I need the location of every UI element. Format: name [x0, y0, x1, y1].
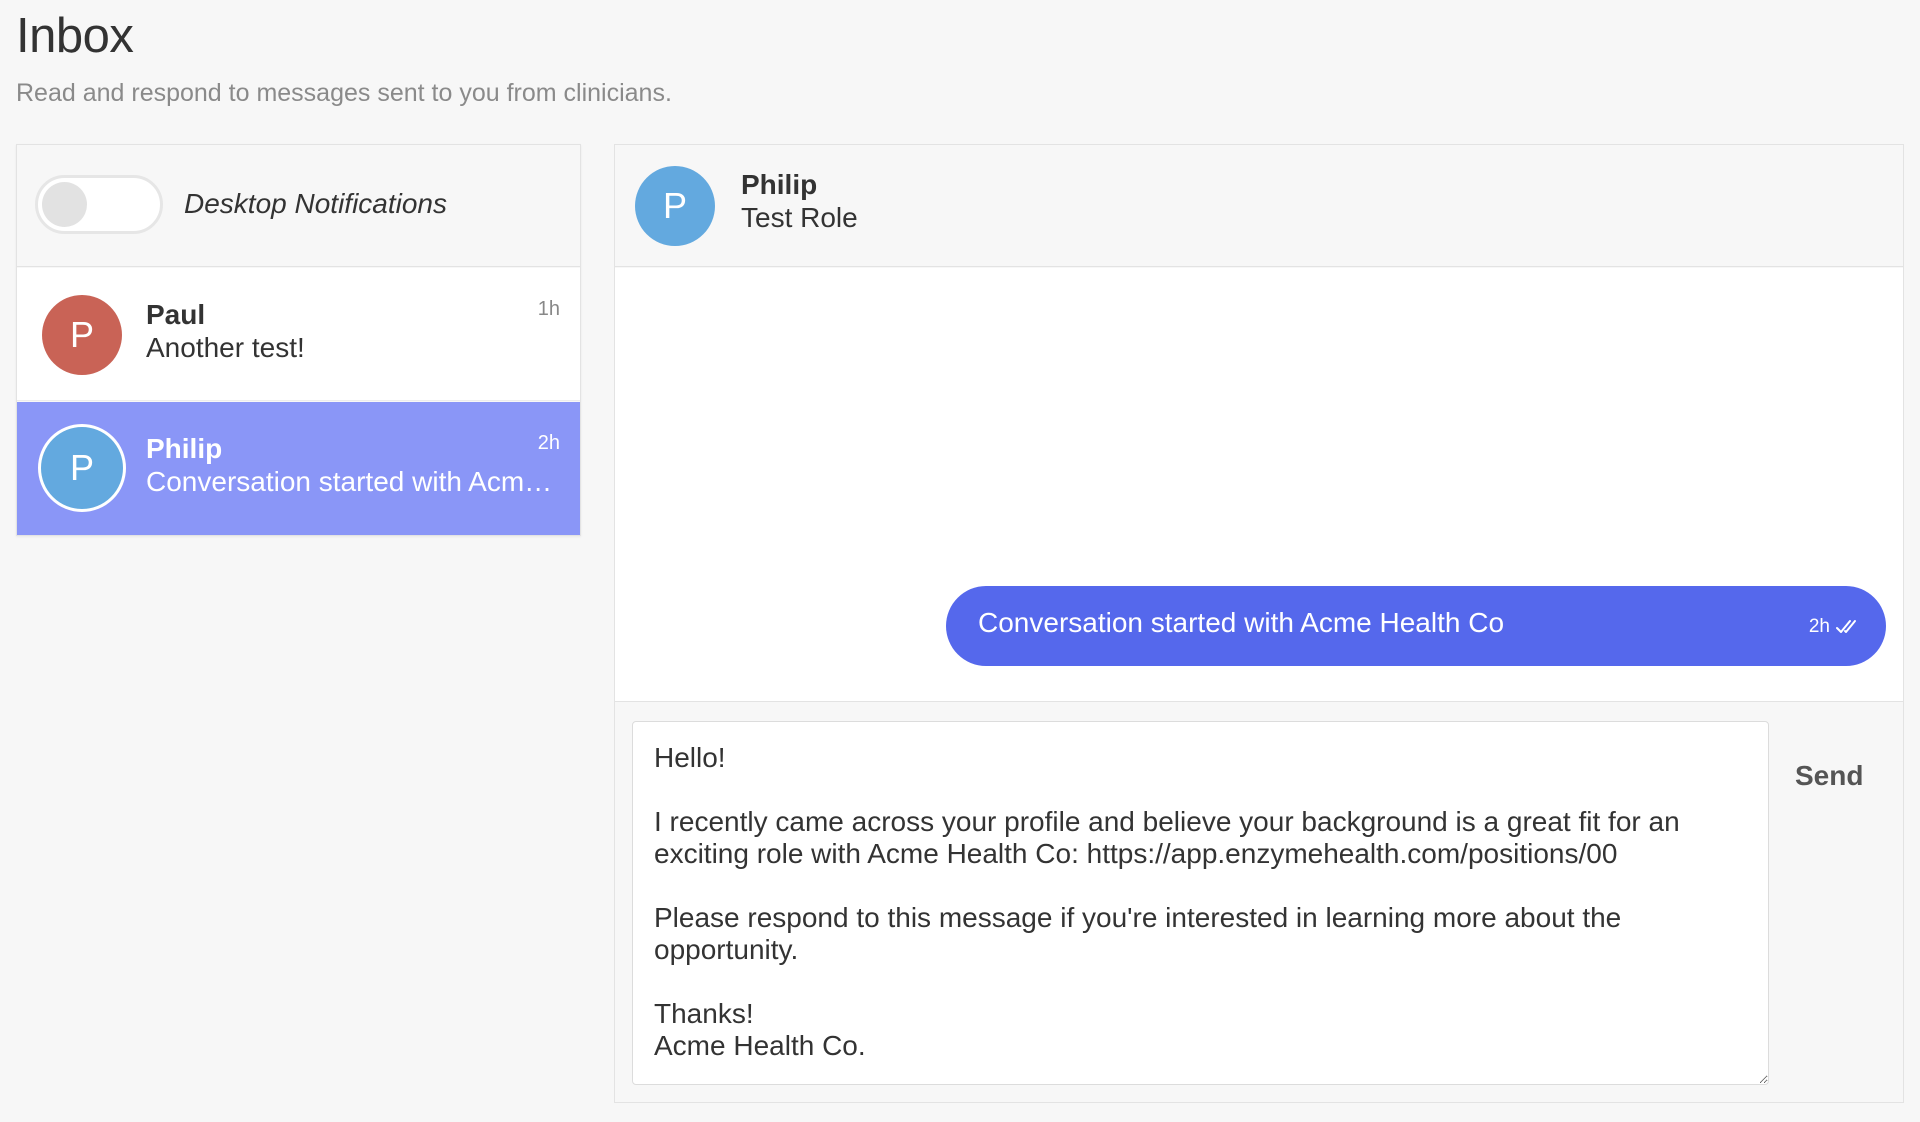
inbox-page: Inbox Read and respond to messages sent …: [0, 0, 1920, 1122]
conversation-name: Philip: [146, 433, 223, 464]
avatar: P: [42, 295, 122, 375]
message-input[interactable]: [632, 721, 1769, 1085]
conversation-list-panel: Desktop Notifications P Paul Another tes…: [16, 144, 581, 536]
conversation-item-philip[interactable]: P Philip Conversation started with Acme …: [17, 402, 580, 535]
desktop-notifications-row: Desktop Notifications: [17, 145, 580, 267]
conversation-time: 2h: [537, 432, 560, 454]
toggle-knob: [42, 182, 87, 227]
conversation-name: Paul: [146, 299, 206, 330]
chat-contact-name: Philip: [741, 169, 818, 200]
message-thread: Conversation started with Acme Health Co…: [615, 268, 1903, 702]
message-time: 2h: [1808, 616, 1830, 637]
conversation-time: 1h: [537, 298, 560, 320]
send-button[interactable]: Send: [1795, 751, 1895, 801]
message-meta: 2h: [1809, 616, 1860, 638]
conversation-preview: Conversation started with Acme Health Co: [146, 466, 556, 497]
page-subtitle: Read and respond to messages sent to you…: [16, 79, 672, 107]
chat-header: P Philip Test Role: [615, 145, 1903, 267]
page-title: Inbox: [16, 9, 134, 63]
message-text: Conversation started with Acme Health Co: [978, 607, 1505, 638]
chat-contact-role: Test Role: [741, 202, 858, 233]
desktop-notifications-toggle[interactable]: [35, 175, 163, 234]
double-check-icon: [1836, 619, 1860, 635]
message-bubble: Conversation started with Acme Health Co…: [946, 586, 1886, 666]
avatar: P: [635, 166, 715, 246]
avatar: P: [38, 424, 126, 512]
chat-panel: P Philip Test Role Conversation started …: [614, 144, 1904, 1103]
conversation-preview: Another test!: [146, 332, 305, 363]
conversation-item-paul[interactable]: P Paul Another test! 1h: [17, 268, 580, 401]
desktop-notifications-label: Desktop Notifications: [184, 188, 448, 219]
